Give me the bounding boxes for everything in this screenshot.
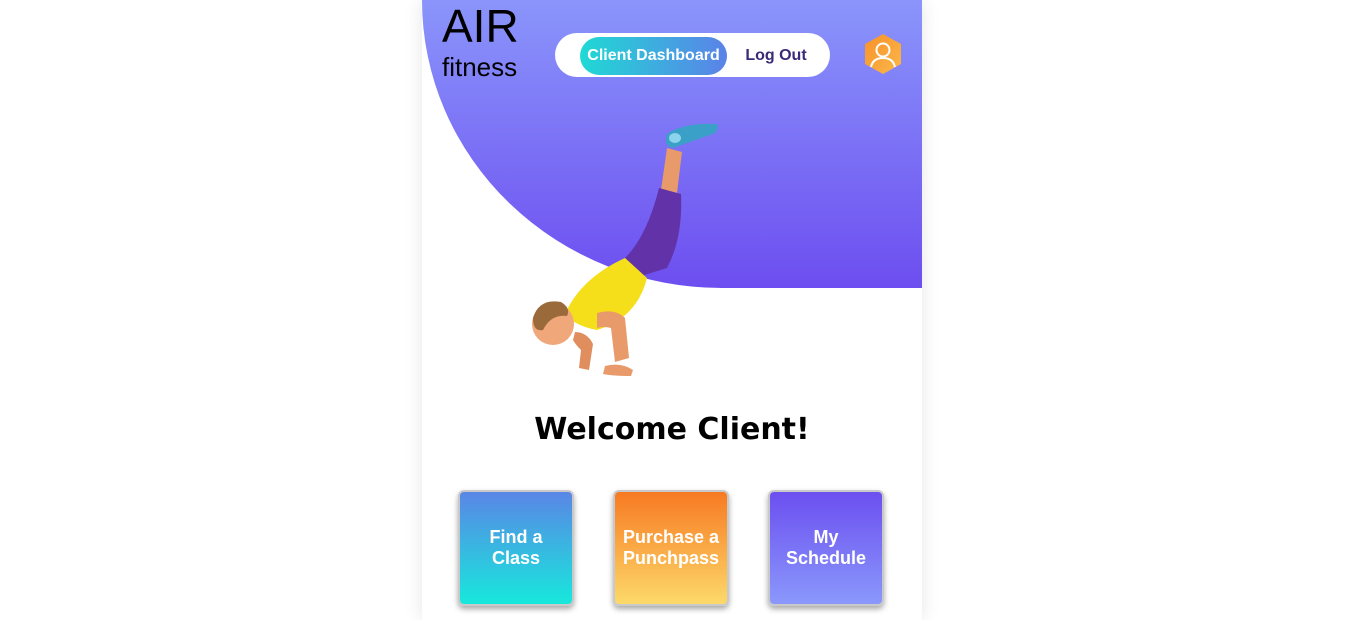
top-nav: Client Dashboard Log Out [555,33,830,77]
purchase-punchpass-label: Purchase a Punchpass [622,527,720,568]
my-schedule-label: My Schedule [785,527,867,568]
welcome-heading: Welcome Client! [534,412,810,447]
brand-title: AIR [442,0,519,52]
my-schedule-button[interactable]: My Schedule [768,490,884,606]
find-a-class-label: Find a Class [489,527,543,568]
log-out-button[interactable]: Log Out [735,37,817,75]
handstand-exercise-illustration [532,123,718,376]
brand-logo[interactable]: AIR fitness [442,2,519,80]
find-a-class-button[interactable]: Find a Class [458,490,574,606]
app-container: AIR fitness Client Dashboard Log Out Wel… [422,0,922,620]
client-dashboard-button[interactable]: Client Dashboard [580,37,727,75]
brand-subtitle: fitness [442,52,518,82]
user-avatar-icon[interactable] [862,33,904,75]
purchase-punchpass-button[interactable]: Purchase a Punchpass [613,490,729,606]
